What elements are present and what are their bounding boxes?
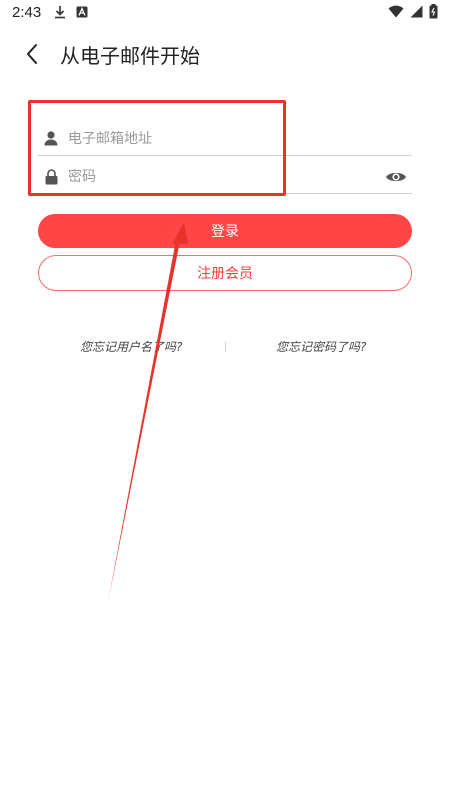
wifi-icon — [388, 5, 404, 22]
lock-icon — [40, 166, 62, 188]
annotation-arrow — [108, 222, 188, 602]
status-bar: 2:43 — [0, 0, 450, 24]
app-notification-icon — [75, 5, 89, 19]
app-header: 从电子邮件开始 — [0, 30, 450, 78]
email-input[interactable] — [68, 130, 412, 147]
arrow-shaft — [108, 240, 180, 602]
forgot-username-link[interactable]: 您忘记用户名了吗? — [80, 338, 182, 355]
chevron-left-icon — [26, 44, 37, 64]
user-icon — [40, 128, 62, 150]
register-button[interactable]: 注册会员 — [38, 255, 412, 291]
status-time: 2:43 — [12, 3, 42, 21]
link-divider — [225, 342, 226, 352]
email-field[interactable] — [38, 122, 412, 156]
password-field[interactable] — [38, 160, 412, 194]
forgot-password-link[interactable]: 您忘记密码了吗? — [276, 338, 366, 355]
help-links: 您忘记用户名了吗? 您忘记密码了吗? — [0, 338, 450, 358]
show-password-button[interactable] — [382, 163, 410, 191]
signal-icon — [410, 5, 423, 22]
page-title: 从电子邮件开始 — [60, 43, 200, 68]
back-button[interactable] — [10, 32, 54, 76]
download-icon — [53, 5, 67, 19]
login-button[interactable]: 登录 — [38, 214, 412, 248]
battery-icon — [429, 4, 438, 23]
password-input[interactable] — [68, 168, 382, 185]
eye-icon — [386, 172, 406, 181]
